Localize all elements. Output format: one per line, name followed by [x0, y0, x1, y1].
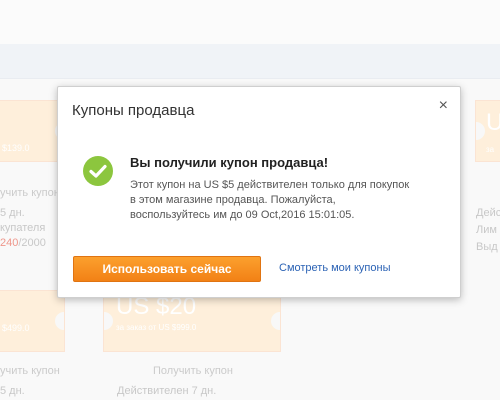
view-my-coupons-link[interactable]: Смотреть мои купоны	[279, 262, 391, 274]
close-icon[interactable]: ×	[439, 97, 448, 115]
use-now-button[interactable]: Использовать сейчас	[73, 256, 261, 282]
check-icon	[83, 156, 113, 186]
coupon-description-line: в этом магазине продавца. Пожалуйста,	[130, 194, 336, 206]
coupon-description-line: воспользуйтесь им до 09 Oct,2016 15:01:0…	[130, 209, 355, 221]
success-heading: Вы получили купон продавца!	[130, 155, 329, 170]
dialog-title: Купоны продавца	[72, 102, 195, 119]
coupon-description: Этот купон на US $5 действителен только …	[130, 178, 430, 223]
coupon-description-line: Этот купон на US $5 действителен только …	[130, 179, 410, 191]
check-mark-svg	[89, 164, 107, 178]
seller-coupons-dialog: Купоны продавца × Вы получили купон прод…	[57, 86, 461, 298]
